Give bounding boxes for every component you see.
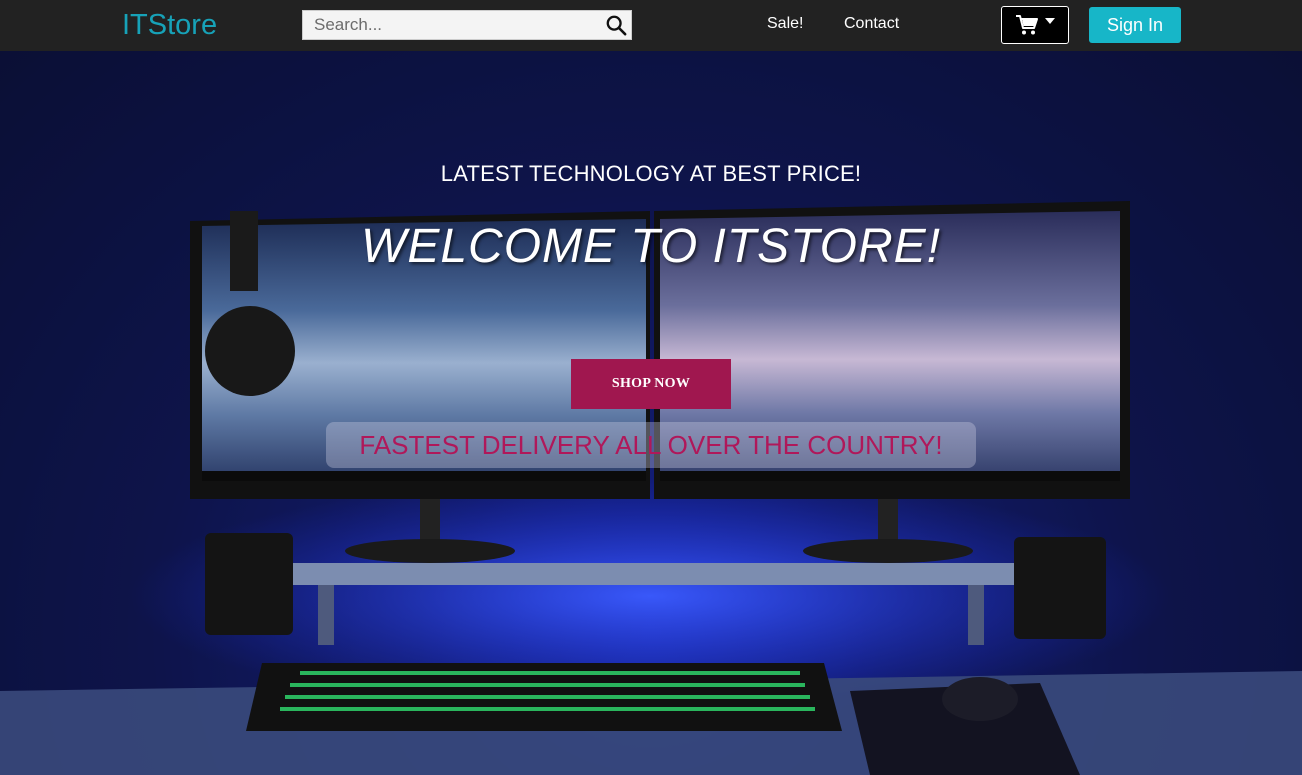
nav-link-sale[interactable]: Sale! <box>767 15 803 33</box>
search-bar <box>302 10 632 40</box>
chevron-down-icon <box>1045 18 1055 24</box>
search-button[interactable] <box>603 13 629 37</box>
search-icon <box>606 15 627 36</box>
delivery-banner: FASTEST DELIVERY ALL OVER THE COUNTRY! <box>326 422 976 468</box>
navbar: ITStore Sale! Contact Sign In <box>0 0 1302 51</box>
cart-dropdown-button[interactable] <box>1001 6 1069 44</box>
nav-link-contact[interactable]: Contact <box>844 15 899 33</box>
hero-title: WELCOME TO ITSTORE! <box>361 220 941 273</box>
shopping-cart-icon <box>1016 15 1038 35</box>
brand-logo[interactable]: ITStore <box>122 8 217 42</box>
shop-now-button[interactable]: SHOP NOW <box>571 359 731 409</box>
sign-in-button[interactable]: Sign In <box>1089 7 1181 43</box>
search-input[interactable] <box>303 11 598 39</box>
hero-section: LATEST TECHNOLOGY AT BEST PRICE! WELCOME… <box>0 51 1302 775</box>
hero-tagline: LATEST TECHNOLOGY AT BEST PRICE! <box>440 161 862 186</box>
hero-background-image <box>0 51 1302 775</box>
